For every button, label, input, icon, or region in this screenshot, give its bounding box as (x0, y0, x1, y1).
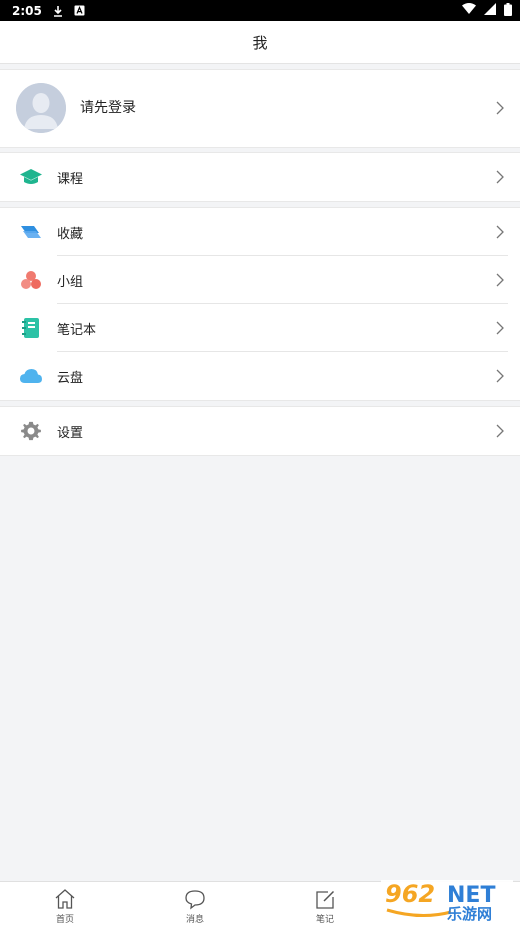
profile-row[interactable]: 请先登录 (0, 69, 520, 148)
default-avatar-icon (16, 83, 66, 133)
chevron-right-icon (496, 101, 504, 115)
menu-label-group: 小组 (57, 274, 84, 290)
tab-label-home: 首页 (55, 915, 74, 925)
gear-icon (19, 419, 43, 443)
chevron-right-icon (496, 273, 504, 287)
menu-label-cloud: 云盘 (57, 370, 84, 386)
svg-text:乐游网: 乐游网 (447, 905, 492, 922)
group-circles-icon (19, 268, 43, 292)
menu-label-favorites: 收藏 (57, 226, 84, 242)
chevron-right-icon (496, 225, 504, 239)
download-icon (52, 5, 64, 17)
menu-label-course: 课程 (57, 171, 84, 187)
battery-icon (504, 2, 512, 19)
status-bar: 2:05 (0, 0, 520, 21)
menu-item-course[interactable]: 课程 (0, 153, 520, 201)
page-title: 我 (252, 33, 268, 52)
menu-item-favorites[interactable]: 收藏 (0, 208, 520, 256)
home-icon (55, 889, 75, 909)
graduation-cap-icon (19, 165, 43, 189)
menu-item-cloud[interactable]: 云盘 (0, 352, 520, 400)
login-prompt[interactable]: 请先登录 (80, 70, 136, 147)
menu-label-notebook: 笔记本 (57, 322, 97, 338)
avatar[interactable] (16, 83, 66, 133)
menu-item-group[interactable]: 小组 (0, 256, 520, 304)
tools-section: 收藏 小组 笔记本 云盘 (0, 207, 520, 401)
menu-label-settings: 设置 (57, 425, 84, 441)
message-icon (185, 890, 205, 910)
chevron-right-icon (496, 424, 504, 438)
page-header: 我 (0, 21, 520, 64)
menu-item-settings[interactable]: 设置 (0, 407, 520, 455)
status-time: 2:05 (12, 3, 42, 18)
notebook-icon (19, 316, 43, 340)
tab-label-messages: 消息 (185, 915, 204, 925)
chevron-right-icon (496, 321, 504, 335)
tab-notes[interactable]: 笔记 (285, 882, 365, 927)
tab-messages[interactable]: 消息 (155, 882, 235, 927)
chevron-right-icon (496, 369, 504, 383)
wifi-icon (462, 3, 476, 18)
menu-item-notebook[interactable]: 笔记本 (0, 304, 520, 352)
watermark-logo: 962 NET 乐游网 (381, 880, 513, 922)
settings-section: 设置 (0, 406, 520, 456)
svg-text:962: 962 (385, 880, 435, 908)
edit-note-icon (316, 890, 335, 909)
bookmark-stack-icon (19, 220, 43, 244)
tab-label-notes: 笔记 (315, 915, 334, 925)
app-notification-icon (74, 5, 85, 16)
course-section: 课程 (0, 152, 520, 202)
chevron-right-icon (496, 170, 504, 184)
signal-icon (484, 3, 496, 18)
cloud-icon (19, 364, 43, 388)
tab-home[interactable]: 首页 (25, 882, 105, 927)
